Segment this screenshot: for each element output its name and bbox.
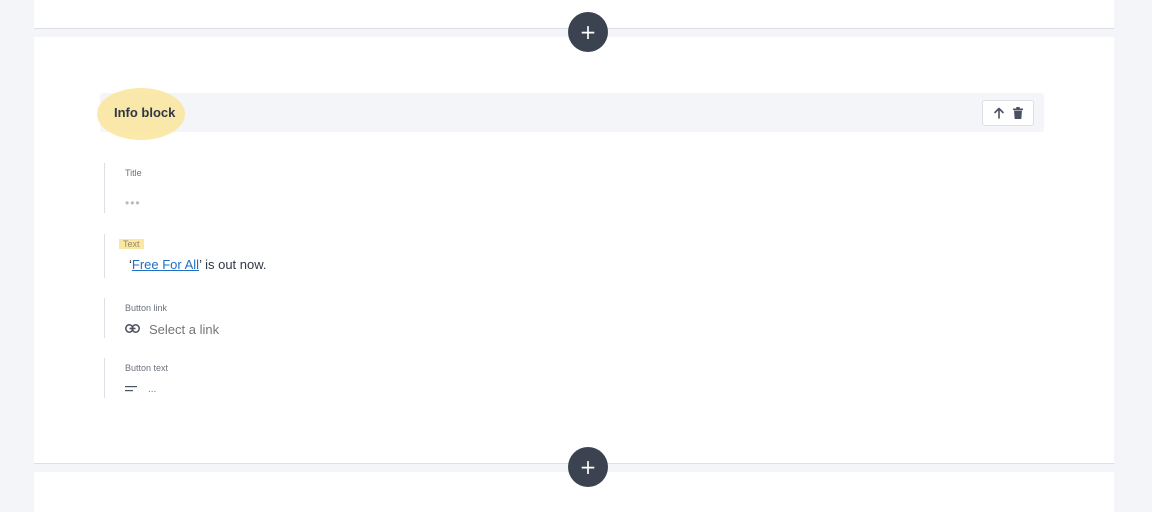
link-icon [125,320,140,338]
button-text-label: Button text [125,363,169,373]
title-field-label: Title [125,168,142,178]
trash-icon[interactable] [1013,107,1023,119]
button-text-field: Button text [104,358,268,398]
text-suffix: ’ is out now. [199,257,267,272]
button-text-input[interactable] [148,383,268,395]
free-for-all-link[interactable]: Free For All [132,257,199,272]
button-link-field: Button link [104,298,349,338]
button-link-label: Button link [125,303,168,313]
block-toolbar [982,100,1034,126]
add-block-above-button[interactable]: + [568,12,608,52]
text-field: Text ‘Free For All’ is out now. [104,234,267,278]
text-field-value[interactable]: ‘Free For All’ is out now. [129,257,267,272]
title-empty-indicator[interactable]: ••• [125,197,141,209]
button-link-input[interactable] [149,321,349,337]
button-text-row [125,380,268,398]
text-lines-icon [125,380,138,398]
button-link-row [125,320,349,338]
arrow-up-icon[interactable] [993,107,1005,119]
block-title: Info block [114,105,176,120]
text-field-label: Text [119,239,144,249]
title-field: Title ••• [104,163,142,213]
add-block-below-button[interactable]: + [568,447,608,487]
block-header: Info block [97,88,1044,140]
